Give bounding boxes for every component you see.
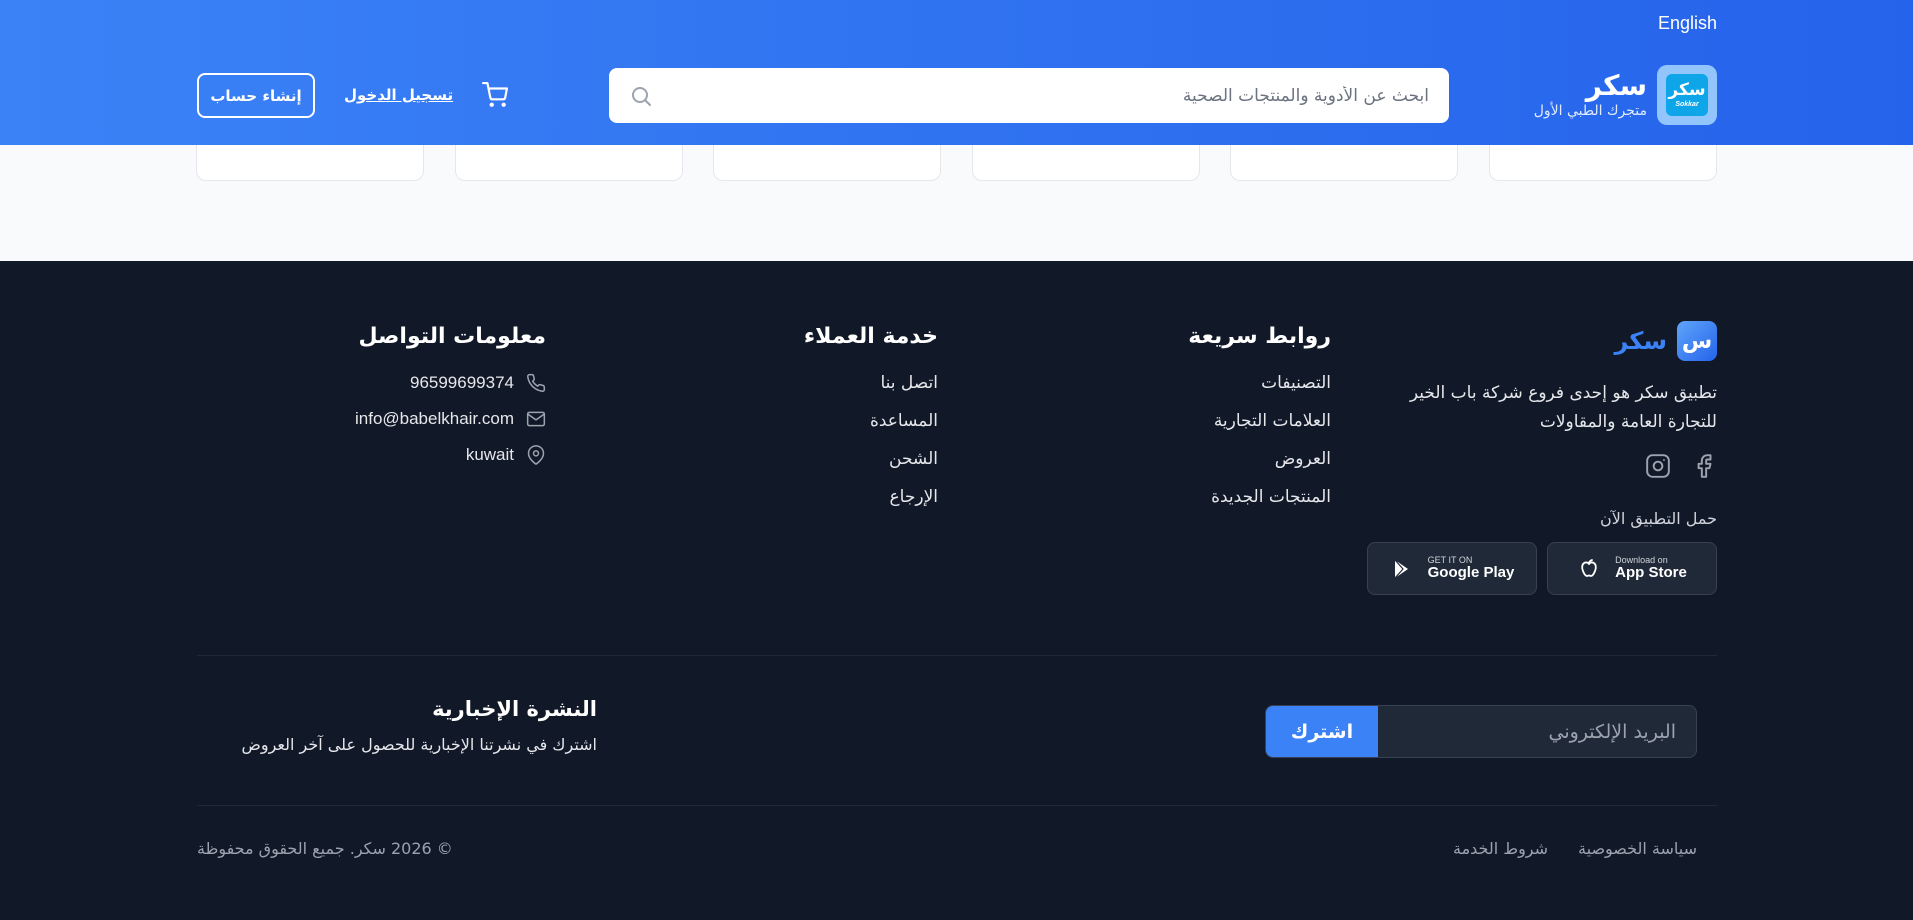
mail-icon — [526, 411, 546, 427]
newsletter-description: اشترك في نشرتنا الإخبارية للحصول على آخر… — [241, 735, 597, 754]
search-bar — [609, 68, 1449, 123]
product-card[interactable] — [1489, 145, 1717, 181]
google-play-button[interactable]: GET IT ON Google Play — [1367, 542, 1537, 595]
facebook-icon[interactable] — [1691, 453, 1717, 479]
logo-title: سكر — [1585, 68, 1647, 102]
site-logo[interactable]: سكر Sokkar سكر متجرك الطبي الأول — [1534, 64, 1717, 126]
newsletter-form: اشترك — [1265, 705, 1697, 758]
app-store-button[interactable]: Download on App Store — [1547, 542, 1717, 595]
contact-email[interactable]: info@babelkhair.com — [355, 409, 546, 429]
contact-phone[interactable]: 96599699374 — [355, 373, 546, 393]
app-store-badges: Download on App Store GET IT ON Google P… — [1357, 542, 1717, 595]
footer-divider — [197, 805, 1717, 806]
footer-link-help[interactable]: المساعدة — [804, 411, 938, 431]
login-link[interactable]: تسجيل الدخول — [344, 86, 453, 104]
footer-bottom-bar: سياسة الخصوصية شروط الخدمة © 2026 سكر. ج… — [197, 839, 1697, 858]
footer-divider — [197, 655, 1717, 656]
product-card[interactable] — [455, 145, 683, 181]
language-switch-link[interactable]: English — [1658, 13, 1717, 34]
search-input[interactable] — [653, 85, 1429, 106]
instagram-icon[interactable] — [1645, 453, 1671, 479]
product-card[interactable] — [713, 145, 941, 181]
contact-info-title: معلومات التواصل — [358, 324, 546, 349]
apple-icon — [1581, 558, 1597, 577]
signup-button[interactable]: إنشاء حساب — [197, 73, 315, 118]
app-store-label: App Store — [1615, 564, 1687, 582]
quick-links-title: روابط سريعة — [1188, 324, 1331, 349]
newsletter-title: النشرة الإخبارية — [432, 697, 597, 721]
product-grid-tail — [0, 145, 1913, 261]
product-card[interactable] — [1230, 145, 1458, 181]
map-pin-icon — [527, 445, 545, 465]
footer-link-new-products[interactable]: المنتجات الجديدة — [1188, 487, 1331, 507]
google-play-icon — [1394, 559, 1408, 578]
copyright-text: © 2026 سكر. جميع الحقوق محفوظة — [197, 839, 453, 858]
footer-brand-column: س سكر تطبيق سكر هو إحدى فروع شركة باب ال… — [1357, 321, 1717, 595]
site-header: English سكر Sokkar سكر متجرك الطبي الأول… — [0, 0, 1913, 145]
footer-logo-badge: س — [1677, 321, 1717, 361]
contact-location-value: kuwait — [465, 445, 514, 464]
contact-location: kuwait — [355, 445, 546, 465]
terms-of-service-link[interactable]: شروط الخدمة — [1453, 839, 1548, 858]
footer-link-offers[interactable]: العروض — [1188, 449, 1331, 469]
social-links — [1357, 453, 1717, 479]
customer-service-title: خدمة العملاء — [803, 324, 938, 349]
search-icon[interactable] — [629, 84, 653, 108]
quick-links-column: روابط سريعة التصنيفات العلامات التجارية … — [1188, 324, 1331, 525]
privacy-policy-link[interactable]: سياسة الخصوصية — [1578, 839, 1697, 858]
site-footer: س سكر تطبيق سكر هو إحدى فروع شركة باب ال… — [0, 261, 1913, 920]
logo-subtitle: متجرك الطبي الأول — [1533, 103, 1647, 120]
footer-link-shipping[interactable]: الشحن — [804, 449, 938, 469]
logo-badge-subtext: Sokkar — [1675, 101, 1699, 108]
footer-link-categories[interactable]: التصنيفات — [1188, 373, 1331, 393]
logo-badge: سكر Sokkar — [1657, 65, 1717, 125]
footer-link-contact-us[interactable]: اتصل بنا — [804, 373, 938, 393]
newsletter-email-input[interactable] — [1378, 706, 1696, 757]
logo-badge-text: سكر — [1668, 80, 1706, 100]
product-card[interactable] — [196, 145, 424, 181]
product-card[interactable] — [972, 145, 1200, 181]
contact-email-value: info@babelkhair.com — [354, 409, 514, 428]
cart-icon[interactable] — [482, 82, 508, 108]
footer-brand-name: سكر — [1614, 327, 1668, 355]
footer-brand-description: تطبيق سكر هو إحدى فروع شركة باب الخير لل… — [1409, 383, 1717, 432]
subscribe-button[interactable]: اشترك — [1266, 706, 1378, 757]
google-play-label: Google Play — [1427, 564, 1515, 582]
footer-link-brands[interactable]: العلامات التجارية — [1188, 411, 1331, 431]
phone-icon — [527, 373, 546, 392]
customer-service-column: خدمة العملاء اتصل بنا المساعدة الشحن الإ… — [804, 324, 938, 525]
contact-info-column: معلومات التواصل 96599699374 info@babelkh… — [355, 324, 546, 481]
download-app-title: حمل التطبيق الآن — [1599, 509, 1717, 528]
contact-phone-value: 96599699374 — [409, 373, 514, 392]
footer-link-returns[interactable]: الإرجاع — [804, 487, 938, 507]
newsletter-section: النشرة الإخبارية اشترك في نشرتنا الإخبار… — [197, 697, 597, 754]
